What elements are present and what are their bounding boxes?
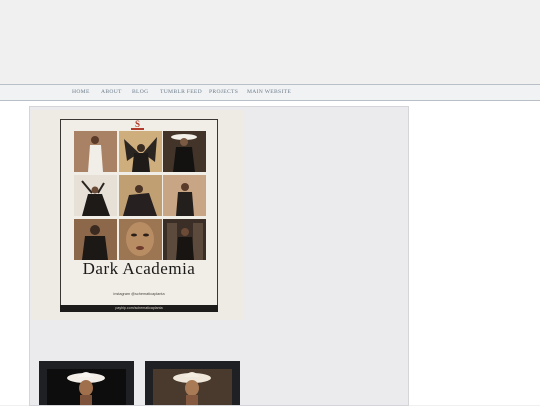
nav-blog[interactable]: BLOG: [132, 89, 148, 95]
poster-title: Dark Academia: [82, 259, 196, 278]
photo-tile: [119, 175, 162, 216]
poster-footer-text: payhip.com/schematicaplanta: [115, 306, 163, 310]
poster-handle: instagram @schematicaplanta: [113, 292, 165, 296]
photo-tile: [74, 219, 117, 260]
site-header: [0, 0, 540, 84]
thumbnail-image[interactable]: [39, 361, 134, 405]
photo-tile: [74, 175, 117, 216]
photo-tile: [163, 175, 206, 216]
nav-projects[interactable]: PROJECTS: [209, 89, 238, 95]
nav-about[interactable]: ABOUT: [101, 89, 122, 95]
nav-tumblr-feed[interactable]: TUMBLR FEED: [160, 89, 202, 95]
photo-tile: [163, 219, 206, 260]
photo-tile: [163, 131, 206, 172]
top-navigation: HOME ABOUT BLOG TUMBLR FEED PROJECTS MAI…: [0, 84, 540, 101]
nav-main-website[interactable]: MAIN WEBSITE: [247, 89, 291, 95]
photo-tile: [119, 131, 162, 172]
thumbnail-image[interactable]: [145, 361, 240, 405]
nav-home[interactable]: HOME: [72, 89, 90, 95]
poster-logo-mark: [131, 128, 144, 130]
poster-footer: payhip.com/schematicaplanta: [60, 305, 218, 312]
photo-tile: [74, 131, 117, 172]
photo-tile: [119, 219, 162, 260]
